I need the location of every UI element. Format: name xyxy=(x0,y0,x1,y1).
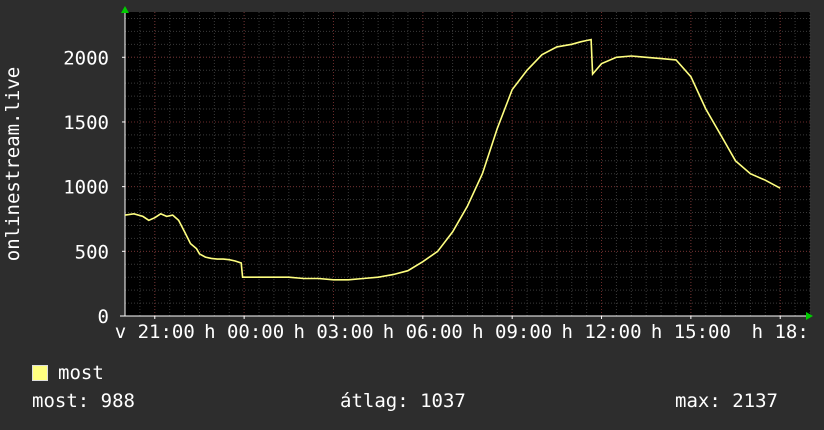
x-tick-label: h 15:00 xyxy=(651,321,731,343)
x-tick-label: h 09:00 xyxy=(472,321,552,343)
x-tick-label: v 21:00 xyxy=(115,321,195,343)
x-tick-label: h 18: xyxy=(752,321,809,343)
y-tick-label: 1000 xyxy=(63,177,109,199)
x-tick-label: h 12:00 xyxy=(561,321,641,343)
y-axis-label: onlinestream.live xyxy=(2,67,24,261)
legend-swatch xyxy=(32,365,48,381)
stat-average: átlag: 1037 xyxy=(340,390,466,412)
stat-maximum: max: 2137 xyxy=(675,390,778,412)
legend-label: most xyxy=(58,362,104,384)
stat-current: most: 988 xyxy=(32,390,135,412)
y-tick-labels: 0 500 1000 1500 2000 xyxy=(63,47,125,328)
y-tick-label: 2000 xyxy=(63,47,109,69)
x-tick-label: h 06:00 xyxy=(383,321,463,343)
x-tick-labels: v 21:00 h 00:00 h 03:00 h 06:00 h 09:00 h 12:… xyxy=(115,316,809,343)
x-tick-label: h 00:00 xyxy=(204,321,284,343)
y-tick-label: 1500 xyxy=(63,112,109,134)
legend: most xyxy=(32,362,104,384)
y-tick-label: 500 xyxy=(75,241,109,263)
x-tick-label: h 03:00 xyxy=(293,321,373,343)
line-chart: v 21:00 h 00:00 h 03:00 h 06:00 h 09:00 h 12:… xyxy=(2,6,813,343)
y-tick-label: 0 xyxy=(98,306,109,328)
y-axis-arrow-icon xyxy=(121,6,129,13)
